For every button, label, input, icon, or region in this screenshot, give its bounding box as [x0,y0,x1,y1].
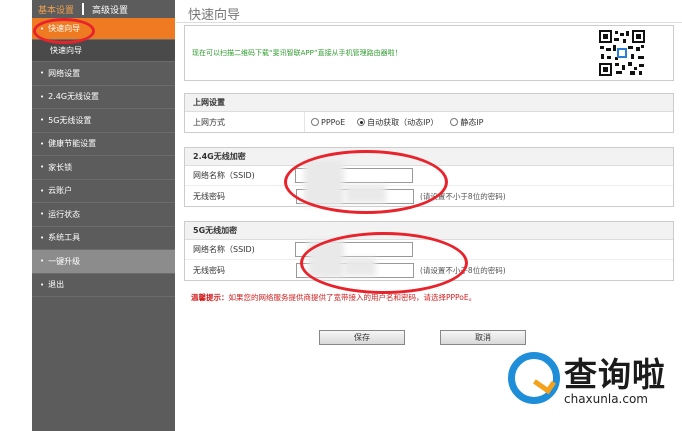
page-title: 快速向导 [188,8,241,23]
sidebar-item-network[interactable]: • 网络设置 [32,62,175,86]
watermark: 查询啦 chaxunla.com [502,346,672,416]
internet-mode-label: 上网方式 [185,112,305,132]
bullet-icon: • [40,210,45,219]
sidebar-item-label: 网络设置 [48,68,81,78]
sidebar-item-energy-saving[interactable]: • 健康节能设置 [32,133,175,156]
internet-mode-row: 上网方式 PPPoE 自动获取（动态IP） 静态IP [185,112,673,132]
cancel-button[interactable]: 取消 [440,330,526,345]
bullet-icon: • [40,139,45,148]
radio-button-selected[interactable] [357,118,366,126]
section-heading: 上网设置 [185,94,673,112]
watermark-en: chaxunla.com [564,392,648,406]
annotation-circle [284,150,448,214]
sidebar-item-label: 运行状态 [48,209,81,219]
ssid-label: 网络名称（SSID) [193,245,255,254]
annotation-circle [33,18,95,44]
internet-settings-section: 上网设置 上网方式 PPPoE 自动获取（动态IP） 静态IP [184,93,674,133]
sidebar: 基本设置 高级设置 • 快速向导 快速向导 • 网络设置 • 2.4G无线设置 … [32,0,175,431]
magnifier-logo-icon [508,352,560,404]
password-label: 无线密码 [193,265,225,275]
bullet-icon: • [40,257,45,266]
internet-mode-options: PPPoE 自动获取（动态IP） 静态IP [305,117,673,128]
sidebar-item-cloud-account[interactable]: • 云账户 [32,180,175,203]
ssid-label: 网络名称（SSID) [193,171,255,180]
bullet-icon: • [40,116,45,125]
tip-prefix: 温馨提示： [191,293,229,302]
router-admin-page: { "sidebar": { "tabs": ["基本设置", "高级设置"],… [0,0,682,431]
save-button[interactable]: 保存 [319,330,405,345]
sidebar-tabs: 基本设置 高级设置 [32,0,175,18]
radio-label: 自动获取（动态IP） [367,117,439,127]
bullet-icon: • [40,186,45,195]
sidebar-item-parental-lock[interactable]: • 家长锁 [32,156,175,180]
sidebar-item-label: 退出 [48,280,65,290]
bullet-icon: • [40,280,45,289]
annotation-circle [300,232,468,294]
sidebar-item-label: 快速向导 [50,46,82,55]
tab-basic-settings[interactable]: 基本设置 [38,3,74,16]
bullet-icon: • [40,92,45,101]
sidebar-item-label: 健康节能设置 [48,139,97,149]
bullet-icon: • [40,163,45,172]
tab-advanced-settings[interactable]: 高级设置 [92,3,128,16]
sidebar-item-5g-wireless[interactable]: • 5G无线设置 [32,109,175,133]
warm-tip: 温馨提示：如果您的网络服务提供商提供了宽带接入的用户名和密码，请选择PPPoE。 [191,292,476,303]
sidebar-item-label: 家长锁 [48,162,73,172]
sidebar-item-label: 2.4G无线设置 [48,92,100,102]
radio-dhcp[interactable]: 自动获取（动态IP） [357,117,438,128]
sidebar-item-label: 5G无线设置 [48,115,92,125]
tip-text: 如果您的网络服务提供商提供了宽带接入的用户名和密码，请选择PPPoE。 [228,293,477,302]
radio-static-ip[interactable]: 静态IP [450,117,484,128]
divider [176,22,682,23]
bullet-icon: • [40,69,45,78]
sidebar-item-one-click-upgrade[interactable]: • 一键升级 [32,250,175,274]
qr-panel: 现在可以扫描二维码下载“斐讯智联APP”直接从手机管理路由器啦！ [184,25,674,81]
qr-code-icon [598,29,646,77]
watermark-cn: 查询啦 [564,355,666,394]
sidebar-item-24g-wireless[interactable]: • 2.4G无线设置 [32,86,175,109]
radio-label: PPPoE [321,117,346,127]
bullet-icon: • [40,233,45,242]
sidebar-item-status[interactable]: • 运行状态 [32,203,175,227]
sidebar-item-label: 系统工具 [48,233,81,243]
app-download-text: 现在可以扫描二维码下载“斐讯智联APP”直接从手机管理路由器啦！ [192,49,402,57]
sidebar-item-label: 一键升级 [48,256,81,266]
password-label: 无线密码 [193,191,225,201]
tab-separator [82,3,85,15]
sidebar-item-system-tools[interactable]: • 系统工具 [32,227,175,250]
radio-pppoe[interactable]: PPPoE [311,118,345,127]
radio-button[interactable] [450,118,459,126]
sidebar-item-label: 云账户 [48,186,73,196]
radio-label: 静态IP [460,117,484,127]
radio-button[interactable] [311,118,319,126]
sidebar-item-logout[interactable]: • 退出 [32,274,175,297]
